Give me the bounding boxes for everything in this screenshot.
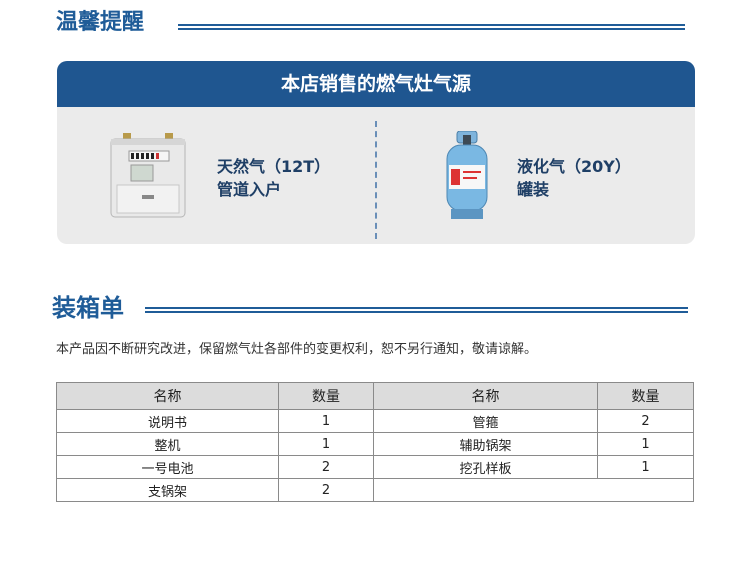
- item-qty: 1: [597, 455, 694, 479]
- reminder-title: 温馨提醒: [56, 10, 145, 35]
- col-header-name: 名称: [373, 382, 598, 410]
- item-qty: 1: [597, 432, 694, 456]
- title-rule: [178, 24, 685, 30]
- packing-title: 装箱单: [52, 294, 124, 322]
- table-row: 说明书 1 管箍 2: [56, 409, 694, 433]
- natural-gas-label: 天然气（12T）: [217, 157, 331, 176]
- gas-cylinder-icon: [446, 131, 488, 219]
- col-header-name: 名称: [56, 382, 279, 410]
- item-qty: 1: [278, 432, 374, 456]
- table-header-row: 名称 数量 名称 数量: [56, 382, 694, 410]
- item-qty: 1: [278, 409, 374, 433]
- item-name: 挖孔样板: [373, 455, 598, 479]
- lpg-desc: 罐装: [517, 180, 550, 199]
- gas-meter-icon: [110, 133, 186, 218]
- item-qty: 2: [597, 409, 694, 433]
- gas-source-card: 本店销售的燃气灶气源 天然气（12T） 管道入户 液化气（20Y） 罐装: [57, 61, 695, 244]
- item-name: 说明书: [56, 409, 279, 433]
- item-qty: 2: [278, 478, 374, 502]
- item-qty: 2: [278, 455, 374, 479]
- packing-table: 名称 数量 名称 数量 说明书 1 管箍 2 整机 1 辅助锅架 1 一号电池 …: [56, 382, 694, 502]
- item-name: 一号电池: [56, 455, 279, 479]
- packing-rule: [145, 307, 688, 313]
- col-header-qty: 数量: [597, 382, 694, 410]
- item-name: 管箍: [373, 409, 598, 433]
- item-name: 支锅架: [56, 478, 279, 502]
- table-row: 支锅架 2: [56, 478, 694, 502]
- lpg-label: 液化气（20Y）: [517, 157, 631, 176]
- natural-gas-desc: 管道入户: [217, 180, 282, 199]
- table-row: 一号电池 2 挖孔样板 1: [56, 455, 694, 479]
- item-name: 整机: [56, 432, 279, 456]
- col-header-qty: 数量: [278, 382, 374, 410]
- packing-note: 本产品因不断研究改进，保留燃气灶各部件的变更权利，恕不另行通知，敬请谅解。: [56, 342, 538, 357]
- item-name: 辅助锅架: [373, 432, 598, 456]
- empty-cell: [373, 478, 694, 502]
- card-title: 本店销售的燃气灶气源: [57, 61, 695, 107]
- table-row: 整机 1 辅助锅架 1: [56, 432, 694, 456]
- dashed-divider: [375, 121, 377, 239]
